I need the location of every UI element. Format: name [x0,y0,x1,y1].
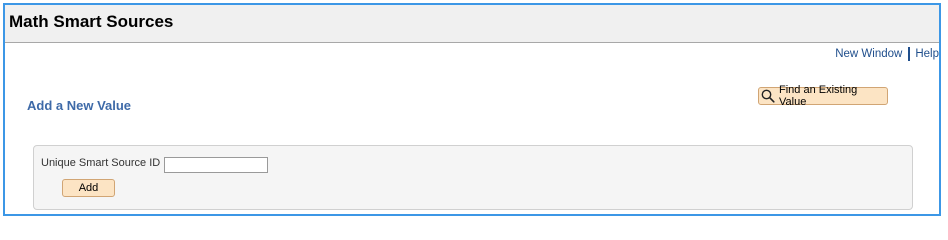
link-separator [908,47,911,61]
help-link[interactable]: Help [915,48,939,60]
page-title: Math Smart Sources [9,12,174,31]
smart-source-id-input[interactable] [164,157,268,173]
top-links: New Window Help [835,47,939,61]
page-header: Math Smart Sources [5,5,939,43]
add-value-group: Unique Smart Source ID Add [33,145,913,210]
find-existing-value-button[interactable]: Find an Existing Value [758,84,888,108]
smart-source-id-label: Unique Smart Source ID [41,157,161,169]
section-title: Add a New Value [27,98,132,113]
find-existing-value-label: Find an Existing Value [779,84,858,108]
search-icon [761,89,775,103]
new-window-link[interactable]: New Window [835,48,902,60]
add-button[interactable]: Add [62,179,115,197]
page-frame: Math Smart Sources New Window Help Add a… [3,3,941,216]
